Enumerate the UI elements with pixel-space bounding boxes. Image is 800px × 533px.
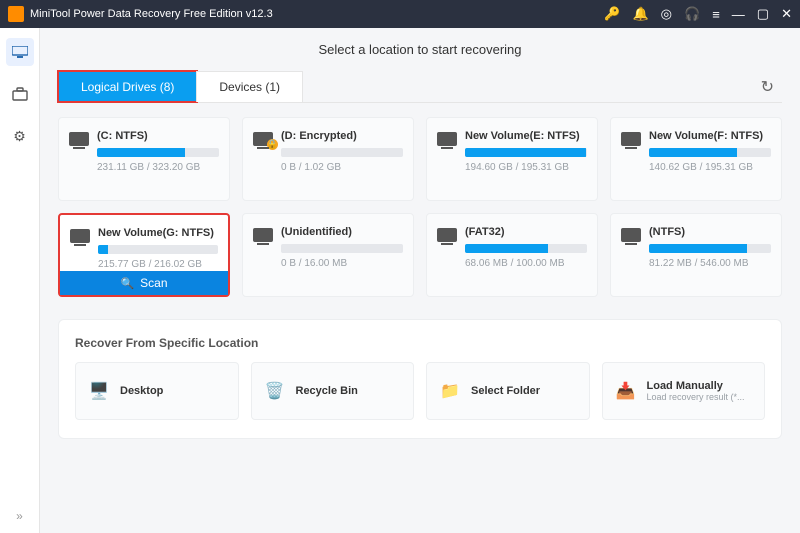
drive-usage-bar: [465, 148, 587, 157]
location-load-manually[interactable]: 📥 Load Manually Load recovery result (*.…: [602, 362, 766, 420]
load-icon: 📥: [615, 381, 637, 401]
app-title: MiniTool Power Data Recovery Free Editio…: [30, 8, 604, 20]
tab-devices[interactable]: Devices (1): [196, 71, 303, 102]
drive-name: (C: NTFS): [97, 130, 219, 142]
drive-size: 194.60 GB / 195.31 GB: [465, 162, 587, 173]
drive-size: 0 B / 1.02 GB: [281, 162, 403, 173]
sidebar-item-settings[interactable]: ⚙: [6, 122, 34, 150]
drive-size: 0 B / 16.00 MB: [281, 258, 403, 269]
tab-logical-drives[interactable]: Logical Drives (8): [58, 71, 197, 102]
drive-usage-bar: [649, 244, 771, 253]
sidebar-expand-icon[interactable]: »: [16, 509, 23, 523]
drive-icon: [70, 229, 90, 243]
location-recycle-bin[interactable]: 🗑️ Recycle Bin: [251, 362, 415, 420]
location-sublabel: Load recovery result (*...: [647, 392, 753, 402]
drive-icon: [253, 132, 273, 146]
drive-card[interactable]: New Volume(E: NTFS) 194.60 GB / 195.31 G…: [426, 117, 598, 201]
drive-card[interactable]: New Volume(G: NTFS) 215.77 GB / 216.02 G…: [58, 213, 230, 297]
location-select-folder[interactable]: 📁 Select Folder: [426, 362, 590, 420]
drive-card[interactable]: (Unidentified) 0 B / 16.00 MB: [242, 213, 414, 297]
desktop-icon: 🖥️: [88, 381, 110, 401]
drive-size: 140.62 GB / 195.31 GB: [649, 162, 771, 173]
drive-usage-bar: [281, 148, 403, 157]
headset-icon[interactable]: 🎧: [684, 6, 700, 22]
maximize-icon[interactable]: ▢: [757, 6, 769, 22]
titlebar: MiniTool Power Data Recovery Free Editio…: [0, 0, 800, 28]
minimize-icon[interactable]: —: [732, 7, 745, 22]
drive-name: (Unidentified): [281, 226, 403, 238]
sidebar: ⚙ »: [0, 28, 40, 533]
sidebar-item-briefcase[interactable]: [6, 80, 34, 108]
drive-icon: [69, 132, 89, 146]
drive-icon: [621, 228, 641, 242]
location-desktop[interactable]: 🖥️ Desktop: [75, 362, 239, 420]
search-icon: 🔍: [120, 277, 134, 290]
page-heading: Select a location to start recovering: [58, 42, 782, 57]
drive-icon: [437, 228, 457, 242]
drive-size: 68.06 MB / 100.00 MB: [465, 258, 587, 269]
section-title: Recover From Specific Location: [75, 336, 765, 350]
drive-name: (NTFS): [649, 226, 771, 238]
content-area: Select a location to start recovering Lo…: [40, 28, 800, 533]
location-label: Desktop: [120, 385, 226, 397]
drive-usage-bar: [97, 148, 219, 157]
refresh-icon[interactable]: ↻: [753, 73, 782, 101]
specific-location-panel: Recover From Specific Location 🖥️ Deskto…: [58, 319, 782, 439]
drive-card[interactable]: (NTFS) 81.22 MB / 546.00 MB: [610, 213, 782, 297]
drive-card[interactable]: (C: NTFS) 231.11 GB / 323.20 GB: [58, 117, 230, 201]
key-icon[interactable]: 🔑: [604, 6, 620, 22]
drive-name: New Volume(E: NTFS): [465, 130, 587, 142]
location-label: Select Folder: [471, 385, 577, 397]
drives-grid: (C: NTFS) 231.11 GB / 323.20 GB (D: Encr…: [58, 117, 782, 297]
bell-icon[interactable]: 🔔: [632, 6, 648, 22]
globe-icon[interactable]: ◎: [661, 6, 672, 22]
sidebar-item-recovery[interactable]: [6, 38, 34, 66]
location-label: Load Manually: [647, 380, 753, 392]
drive-usage-bar: [465, 244, 587, 253]
drive-size: 215.77 GB / 216.02 GB: [98, 259, 218, 270]
drive-icon: [437, 132, 457, 146]
drive-icon: [253, 228, 273, 242]
drive-card[interactable]: (FAT32) 68.06 MB / 100.00 MB: [426, 213, 598, 297]
scan-button[interactable]: 🔍 Scan: [60, 271, 228, 295]
menu-icon[interactable]: ≡: [712, 7, 720, 22]
drive-usage-bar: [281, 244, 403, 253]
drive-icon: [621, 132, 641, 146]
drive-usage-bar: [649, 148, 771, 157]
location-label: Recycle Bin: [296, 385, 402, 397]
drive-usage-bar: [98, 245, 218, 254]
drive-size: 81.22 MB / 546.00 MB: [649, 258, 771, 269]
drive-name: New Volume(G: NTFS): [98, 227, 218, 239]
app-logo-icon: [8, 6, 24, 22]
folder-icon: 📁: [439, 381, 461, 401]
recycle-icon: 🗑️: [264, 381, 286, 401]
drive-card[interactable]: New Volume(F: NTFS) 140.62 GB / 195.31 G…: [610, 117, 782, 201]
drive-name: (FAT32): [465, 226, 587, 238]
drive-size: 231.11 GB / 323.20 GB: [97, 162, 219, 173]
drive-card[interactable]: (D: Encrypted) 0 B / 1.02 GB: [242, 117, 414, 201]
scan-label: Scan: [140, 276, 167, 290]
tabs-bar: Logical Drives (8) Devices (1) ↻: [58, 71, 782, 103]
drive-name: New Volume(F: NTFS): [649, 130, 771, 142]
close-icon[interactable]: ✕: [781, 6, 792, 22]
drive-name: (D: Encrypted): [281, 130, 403, 142]
